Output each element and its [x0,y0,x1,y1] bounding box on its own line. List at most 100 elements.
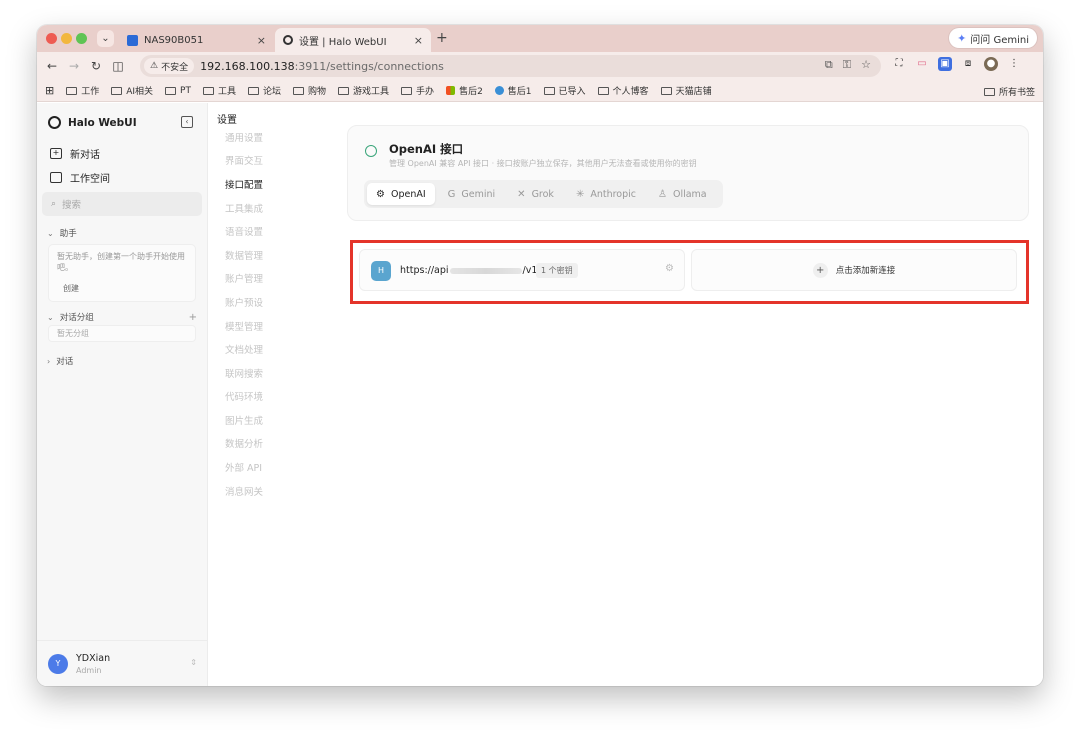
browser-tab-halo[interactable]: 设置 | Halo WebUI × [275,28,431,52]
assistant-group-header[interactable]: ⌄ 助手 [47,227,197,240]
apps-grid-icon[interactable]: ⊞ [45,84,54,97]
new-chat-icon: + [50,148,62,159]
halo-app: Halo WebUI ‹ + 新对话 工作空间 ⌕ 搜索 ⌄ 助手 暂无助手，创… [37,103,1043,686]
settings-nav-models[interactable]: 模型管理 [225,319,263,333]
settings-nav-accounts[interactable]: 账户管理 [225,271,263,285]
folder-icon [293,86,305,95]
settings-nav-general[interactable]: 通用设置 [225,130,263,144]
halo-favicon-icon [283,35,293,45]
add-connection-button[interactable]: + 点击添加新连接 [691,249,1017,291]
bookmark-ai[interactable]: AI相关 [111,84,153,97]
tab-close-icon[interactable]: × [257,34,266,47]
chevron-down-icon: ⌄ [47,312,54,322]
ask-gemini-button[interactable]: ✦ 问问 Gemini [949,28,1037,48]
new-chat-button[interactable]: + 新对话 [50,146,100,161]
settings-nav-interface[interactable]: 界面交互 [225,153,263,167]
user-menu[interactable]: Y YDXian Admin ⇕ [37,640,208,686]
chats-label: 对话 [56,357,74,367]
provider-tabs: ⚙ OpenAI G Gemini ✕ Grok ✳ Anthropic ♙ O… [364,180,723,208]
settings-title: 设置 [217,115,237,126]
bookmark-after-sales-2[interactable]: 售后2 [446,84,483,97]
settings-nav-documents[interactable]: 文档处理 [225,342,263,356]
bookmark-imported[interactable]: 已导入 [543,84,586,97]
collapse-sidebar-icon[interactable]: ‹ [181,116,193,128]
workspace-button[interactable]: 工作空间 [50,170,110,185]
insecure-chip[interactable]: ⚠ 不安全 [144,58,195,74]
add-group-icon[interactable]: + [189,312,197,323]
nas-favicon-icon [127,34,138,46]
translate-icon[interactable]: ⧉ [825,58,833,72]
tab-gemini[interactable]: G Gemini [439,183,505,205]
tab-anthropic[interactable]: ✳ Anthropic [567,183,645,205]
connection-avatar: H [371,261,391,281]
bookmark-pt[interactable]: PT [165,86,191,96]
tab-ollama[interactable]: ♙ Ollama [649,183,716,205]
extension-pink-icon[interactable]: ▭ [915,57,929,71]
openai-icon: ⚙ [376,188,385,200]
close-window-button[interactable] [46,33,57,44]
zoom-window-button[interactable] [76,33,87,44]
settings-nav-tools[interactable]: 工具集成 [225,201,263,215]
chats-header[interactable]: › 对话 [47,355,197,368]
settings-nav-voice[interactable]: 语音设置 [225,224,263,238]
settings-nav-web-search[interactable]: 联网搜索 [225,366,263,380]
settings-nav-analysis[interactable]: 数据分析 [225,436,263,450]
chevron-up-down-icon: ⇕ [190,658,197,667]
folder-icon [660,86,672,95]
bookmark-forum[interactable]: 论坛 [248,84,281,97]
settings-nav-external-api[interactable]: 外部 API [225,460,262,474]
settings-nav-account-presets[interactable]: 账户预设 [225,295,263,309]
address-bar[interactable]: ⚠ 不安全 192.168.100.138:3911/settings/conn… [140,55,881,77]
bookmark-tmall[interactable]: 天猫店铺 [660,84,712,97]
browser-menu-icon[interactable]: ⋮ [1007,57,1021,71]
folder-icon [248,86,259,95]
sidebar-search-input[interactable]: ⌕ 搜索 [42,192,202,216]
bookmark-star-icon[interactable]: ☆ [861,58,871,72]
bookmark-game-tools[interactable]: 游戏工具 [338,84,389,97]
gear-icon[interactable]: ⚙ [665,263,674,274]
all-bookmarks[interactable]: 所有书签 [983,85,1035,98]
tab-grok[interactable]: ✕ Grok [508,183,563,205]
tab-close-icon[interactable]: × [414,34,423,47]
settings-nav-images[interactable]: 图片生成 [225,413,263,427]
new-tab-button[interactable]: + [436,30,448,46]
tab-label: OpenAI [390,188,426,200]
assistant-group-label: 助手 [59,229,77,239]
bookmark-tools[interactable]: 工具 [202,84,236,97]
add-connection-label: 点击添加新连接 [835,266,896,276]
insecure-label: 不安全 [161,62,189,73]
bookmark-figures[interactable]: 手办 [401,84,434,97]
split-view-icon[interactable]: ◫ [107,59,129,73]
bookmark-work[interactable]: 工作 [66,84,99,97]
settings-nav-message-gateway[interactable]: 消息网关 [225,484,263,498]
browser-tab-nas[interactable]: NAS90B051 × [119,28,274,52]
back-icon[interactable]: ← [41,59,63,73]
folder-icon [202,86,214,95]
chevron-down-icon: ⌄ [47,228,54,238]
chat-groups-header[interactable]: ⌄ 对话分组 + [47,311,197,324]
profile-avatar-icon[interactable]: ● [984,57,998,71]
tab-title: 设置 | Halo WebUI [299,36,387,48]
reload-icon[interactable]: ↻ [85,59,107,73]
bookmark-after-sales-1[interactable]: 售后1 [494,84,532,97]
bookmark-blog[interactable]: 个人博客 [597,84,649,97]
tab-label: Grok [531,188,554,200]
create-assistant-button[interactable]: 创建 [63,283,79,294]
settings-nav: 设置 通用设置 界面交互 接口配置 工具集成 语音设置 数据管理 账户管理 账户… [208,103,303,686]
connection-card[interactable]: H https://api /v1 1 个密钥 ⚙ [359,249,685,291]
settings-nav-code[interactable]: 代码环境 [225,389,263,403]
provider-description: 管理 OpenAI 兼容 API 接口 · 接口按账户独立保存，其他用户无法查看… [389,159,697,168]
forward-icon[interactable]: → [63,59,85,73]
extensions-puzzle-icon[interactable]: ⧈ [961,57,975,71]
bookmark-shopping[interactable]: 购物 [293,84,326,97]
minimize-window-button[interactable] [61,33,72,44]
settings-nav-data[interactable]: 数据管理 [225,248,263,262]
tab-search-icon[interactable]: ⌄ [97,30,114,47]
tab-openai[interactable]: ⚙ OpenAI [367,183,435,205]
connection-url-prefix: https://api [400,265,449,276]
settings-nav-connections[interactable]: 接口配置 [225,177,263,191]
extension-crop-icon[interactable]: ⛶ [892,57,906,71]
extension-blue-icon[interactable]: ▣ [938,57,952,71]
brand[interactable]: Halo WebUI [48,116,137,129]
password-key-icon[interactable]: ⚿ [843,58,851,72]
